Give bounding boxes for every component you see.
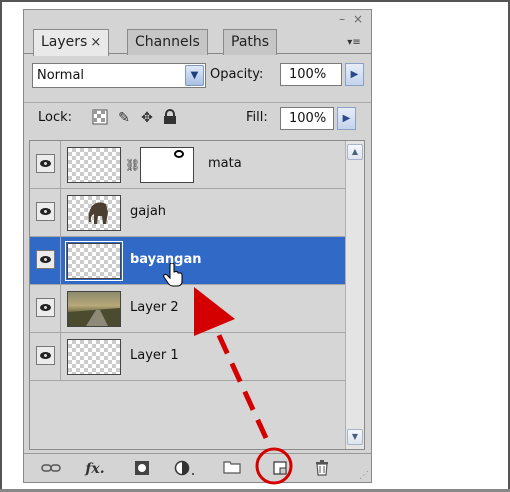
tab-layers-label: Layers <box>41 34 88 50</box>
lock-position-icon[interactable]: ✥ <box>138 109 156 127</box>
opacity-arrow-icon[interactable]: ▶ <box>345 63 364 86</box>
lock-all-icon[interactable] <box>161 109 179 127</box>
window-controls[interactable]: – × <box>339 12 365 26</box>
layer-thumbnail <box>67 147 121 183</box>
visibility-cell <box>30 333 61 380</box>
layer-thumbnail <box>67 291 121 327</box>
opacity-label: Opacity: <box>210 67 264 82</box>
visibility-cell <box>30 237 61 284</box>
blend-mode-value: Normal <box>37 68 85 83</box>
resize-grip-icon[interactable]: ⋰ <box>359 470 369 481</box>
layer-row-layer-1[interactable]: Layer 1 <box>30 333 345 381</box>
new-group-icon[interactable] <box>221 460 243 478</box>
blend-row: Normal ▼ Opacity: 100% ▶ <box>32 59 366 89</box>
scroll-down-icon[interactable]: ▼ <box>347 429 363 445</box>
tab-paths[interactable]: Paths <box>223 29 278 55</box>
layer-mask-thumbnail[interactable] <box>140 147 194 183</box>
layer-name: gajah <box>130 204 167 219</box>
frame-top <box>0 0 510 2</box>
opacity-field[interactable]: 100% <box>280 63 342 86</box>
trash-icon[interactable] <box>311 460 333 478</box>
scrollbar[interactable]: ▲ ▼ <box>345 141 364 449</box>
lock-pixels-icon[interactable]: ✎ <box>115 109 133 127</box>
fill-label: Fill: <box>246 110 268 125</box>
layer-name: Layer 1 <box>130 348 179 363</box>
lock-row: Lock: ✎ ✥ Fill: 100% ▶ <box>24 102 371 132</box>
new-layer-icon[interactable] <box>269 460 291 478</box>
lock-transparency-icon[interactable] <box>91 109 109 127</box>
visibility-cell <box>30 141 61 188</box>
eye-icon[interactable] <box>36 154 55 173</box>
layer-row-layer-2[interactable]: Layer 2 <box>30 285 345 333</box>
lock-label: Lock: <box>38 110 73 125</box>
tab-channels[interactable]: Channels <box>127 29 208 55</box>
fx-icon[interactable]: fx. <box>84 460 106 478</box>
layer-row-bayangan[interactable]: bayangan <box>30 237 345 287</box>
adjustment-layer-icon[interactable] <box>174 460 196 478</box>
layer-thumbnail <box>67 195 121 231</box>
layer-thumbnail <box>65 241 123 281</box>
panel-tabs: Layers × Channels Paths ▾≡ <box>24 26 371 56</box>
eye-icon[interactable] <box>36 346 55 365</box>
tab-channels-label: Channels <box>135 34 200 50</box>
tab-layers[interactable]: Layers × <box>33 29 110 56</box>
layers-list: ⛓ mata gajah bayangan Layer 2 Layer 1 ▲ … <box>29 140 365 450</box>
chevron-down-icon[interactable]: ▼ <box>185 65 204 86</box>
eye-icon[interactable] <box>36 298 55 317</box>
visibility-cell <box>30 285 61 332</box>
scroll-up-icon[interactable]: ▲ <box>347 144 363 160</box>
panel-menu-icon[interactable]: ▾≡ <box>343 37 365 51</box>
eye-icon[interactable] <box>36 202 55 221</box>
elephant-thumbnail-icon <box>88 202 108 224</box>
layer-thumbnail <box>67 339 121 375</box>
visibility-cell <box>30 189 61 236</box>
link-icon[interactable]: ⛓ <box>125 158 140 172</box>
layer-row-mata[interactable]: ⛓ mata <box>30 141 345 189</box>
blend-mode-select[interactable]: Normal ▼ <box>32 63 206 88</box>
layer-row-gajah[interactable]: gajah <box>30 189 345 237</box>
link-layers-icon[interactable] <box>40 460 62 478</box>
layer-name: Layer 2 <box>130 300 179 315</box>
fill-arrow-icon[interactable]: ▶ <box>337 107 356 130</box>
tab-paths-label: Paths <box>231 34 270 50</box>
layers-panel: – × Layers × Channels Paths ▾≡ Normal ▼ O… <box>23 9 372 483</box>
eye-icon[interactable] <box>36 250 55 269</box>
fill-field[interactable]: 100% <box>280 107 334 130</box>
add-mask-icon[interactable] <box>131 460 153 478</box>
layers-bottom-bar: fx. ⋰ <box>24 453 371 483</box>
frame-left <box>0 0 2 492</box>
layer-name: mata <box>208 156 242 171</box>
tab-close-icon[interactable]: × <box>90 35 101 50</box>
